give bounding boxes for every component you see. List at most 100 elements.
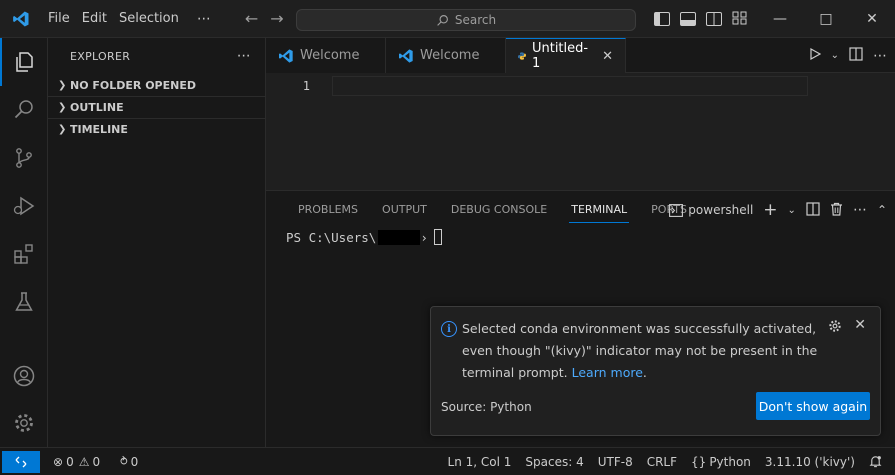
remote-indicator-icon[interactable] [2,450,40,473]
ports-status[interactable]: ⥁ 0 [113,455,145,469]
trash-icon[interactable] [830,202,843,219]
toggle-panel-icon[interactable] [680,12,696,26]
line-number: 1 [302,79,310,93]
terminal-cursor [433,229,442,245]
chevron-right-icon: ❯ [58,124,67,135]
panel-tab-problems[interactable]: PROBLEMS [286,191,370,229]
language-mode[interactable]: {} Python [684,455,758,469]
title-bar: File Edit Selection ⋯ ← → Search — □ ✕ [0,0,895,38]
error-count: 0 [66,454,74,469]
editor-line[interactable]: 1 [266,76,826,96]
close-notification-icon[interactable]: ✕ [854,317,866,333]
python-interpreter[interactable]: 3.11.10 ('kivy') [758,455,862,469]
vscode-logo-icon [0,0,42,38]
encoding[interactable]: UTF-8 [591,455,640,469]
search-input[interactable]: Search [296,9,636,31]
tab-label: Welcome [300,48,360,63]
maximize-icon[interactable]: □ [803,0,849,38]
notification-message: Selected conda environment was successfu… [462,321,818,380]
error-icon: ⊗ [53,454,64,469]
notification-source: Source: Python [441,400,532,414]
vscode-icon [279,48,293,63]
close-window-icon[interactable]: ✕ [849,0,895,38]
section-outline[interactable]: ❯ OUTLINE [48,96,265,118]
section-label: NO FOLDER OPENED [70,78,196,92]
tab-untitled-1[interactable]: Untitled-1 ✕ [506,38,626,73]
tab-label: Welcome [420,48,480,63]
panel-tab-debug-console[interactable]: DEBUG CONSOLE [439,191,559,229]
run-file-icon[interactable] [809,47,821,64]
problems-status[interactable]: ⊗ 0 ⚠ 0 [46,455,107,469]
testing-icon[interactable] [0,278,48,326]
tab-welcome-1[interactable]: Welcome [266,38,386,73]
split-editor-icon[interactable] [849,46,863,65]
learn-more-link[interactable]: Learn more [572,365,643,380]
chevron-right-icon: ❯ [58,79,67,91]
status-bar: ⊗ 0 ⚠ 0 ⥁ 0 Ln 1, Col 1 Spaces: 4 UTF-8 … [0,447,895,475]
explorer-icon[interactable] [0,38,48,86]
end-of-line[interactable]: CRLF [640,455,684,469]
menu-edit[interactable]: Edit [76,0,113,38]
notification-settings-gear-icon[interactable] [828,319,842,336]
terminal-name: powershell [688,203,754,217]
panel-more-icon[interactable]: ⋯ [853,202,867,218]
toggle-primary-sidebar-icon[interactable] [654,12,670,26]
notification-toast: i Selected conda environment was success… [430,306,881,436]
terminal-prompt: PS C:\Users\ [286,229,377,245]
menu-selection[interactable]: Selection [113,0,185,38]
indentation[interactable]: Spaces: 4 [518,455,590,469]
chevron-right-icon: ❯ [58,102,67,113]
close-tab-icon[interactable]: ✕ [602,49,613,64]
prompt-caret: › [420,229,428,245]
redacted-username [378,229,421,245]
broadcast-icon: ⥁ [120,455,128,468]
run-debug-icon[interactable] [0,182,48,230]
explorer-sidebar: EXPLORER ⋯ ❯ NO FOLDER OPENED ❯ OUTLINE … [48,38,266,447]
chevron-down-icon[interactable]: ⌄ [831,50,839,61]
tab-welcome-2[interactable]: Welcome [386,38,506,73]
editor-more-icon[interactable]: ⋯ [873,48,887,64]
warning-count: 0 [92,454,101,469]
toggle-secondary-sidebar-icon[interactable] [706,12,722,26]
warning-icon: ⚠ [78,454,90,469]
vscode-icon [399,48,413,63]
section-timeline[interactable]: ❯ TIMELINE [48,118,265,140]
sidebar-title: EXPLORER [70,49,131,63]
section-no-folder[interactable]: ❯ NO FOLDER OPENED [48,74,265,96]
terminal-instance[interactable]: powershell [669,203,753,217]
editor-area: Welcome Welcome Untitled-1 ✕ ⌄ ⋯ 1 [266,38,895,190]
minimize-icon[interactable]: — [757,0,803,38]
tab-label: Untitled-1 [531,41,589,71]
sidebar-more-icon[interactable]: ⋯ [237,48,251,64]
menu-file[interactable]: File [42,0,76,38]
dont-show-again-button[interactable]: Don't show again [756,392,870,420]
section-label: OUTLINE [70,101,124,114]
split-terminal-icon[interactable] [806,201,820,219]
chevron-down-icon[interactable]: ⌄ [788,205,796,216]
customize-layout-icon[interactable] [732,11,748,28]
accounts-icon[interactable] [0,352,48,400]
extensions-icon[interactable] [0,230,48,278]
new-terminal-icon[interactable]: + [763,200,777,220]
forward-arrow-icon[interactable]: → [270,9,283,28]
ports-count: 0 [130,454,139,469]
info-icon: i [441,321,457,337]
terminal-output[interactable]: PS C:\Users\ › [286,228,442,246]
panel-tab-terminal[interactable]: TERMINAL [559,191,639,229]
source-control-icon[interactable] [0,134,48,182]
maximize-panel-icon[interactable]: ⌃ [877,203,887,217]
cursor-position[interactable]: Ln 1, Col 1 [441,455,519,469]
panel-tab-output[interactable]: OUTPUT [370,191,439,229]
braces-icon: {} [691,454,707,469]
current-line-highlight [332,76,808,96]
notifications-bell-icon[interactable] [862,455,889,468]
search-placeholder: Search [454,13,497,27]
back-arrow-icon[interactable]: ← [245,9,258,28]
manage-gear-icon[interactable] [0,399,48,447]
activity-bar [0,38,48,447]
terminal-icon [669,203,684,217]
python-icon [518,52,526,60]
menu-more-icon[interactable]: ⋯ [185,11,223,27]
section-label: TIMELINE [70,123,128,136]
search-view-icon[interactable] [0,86,48,134]
